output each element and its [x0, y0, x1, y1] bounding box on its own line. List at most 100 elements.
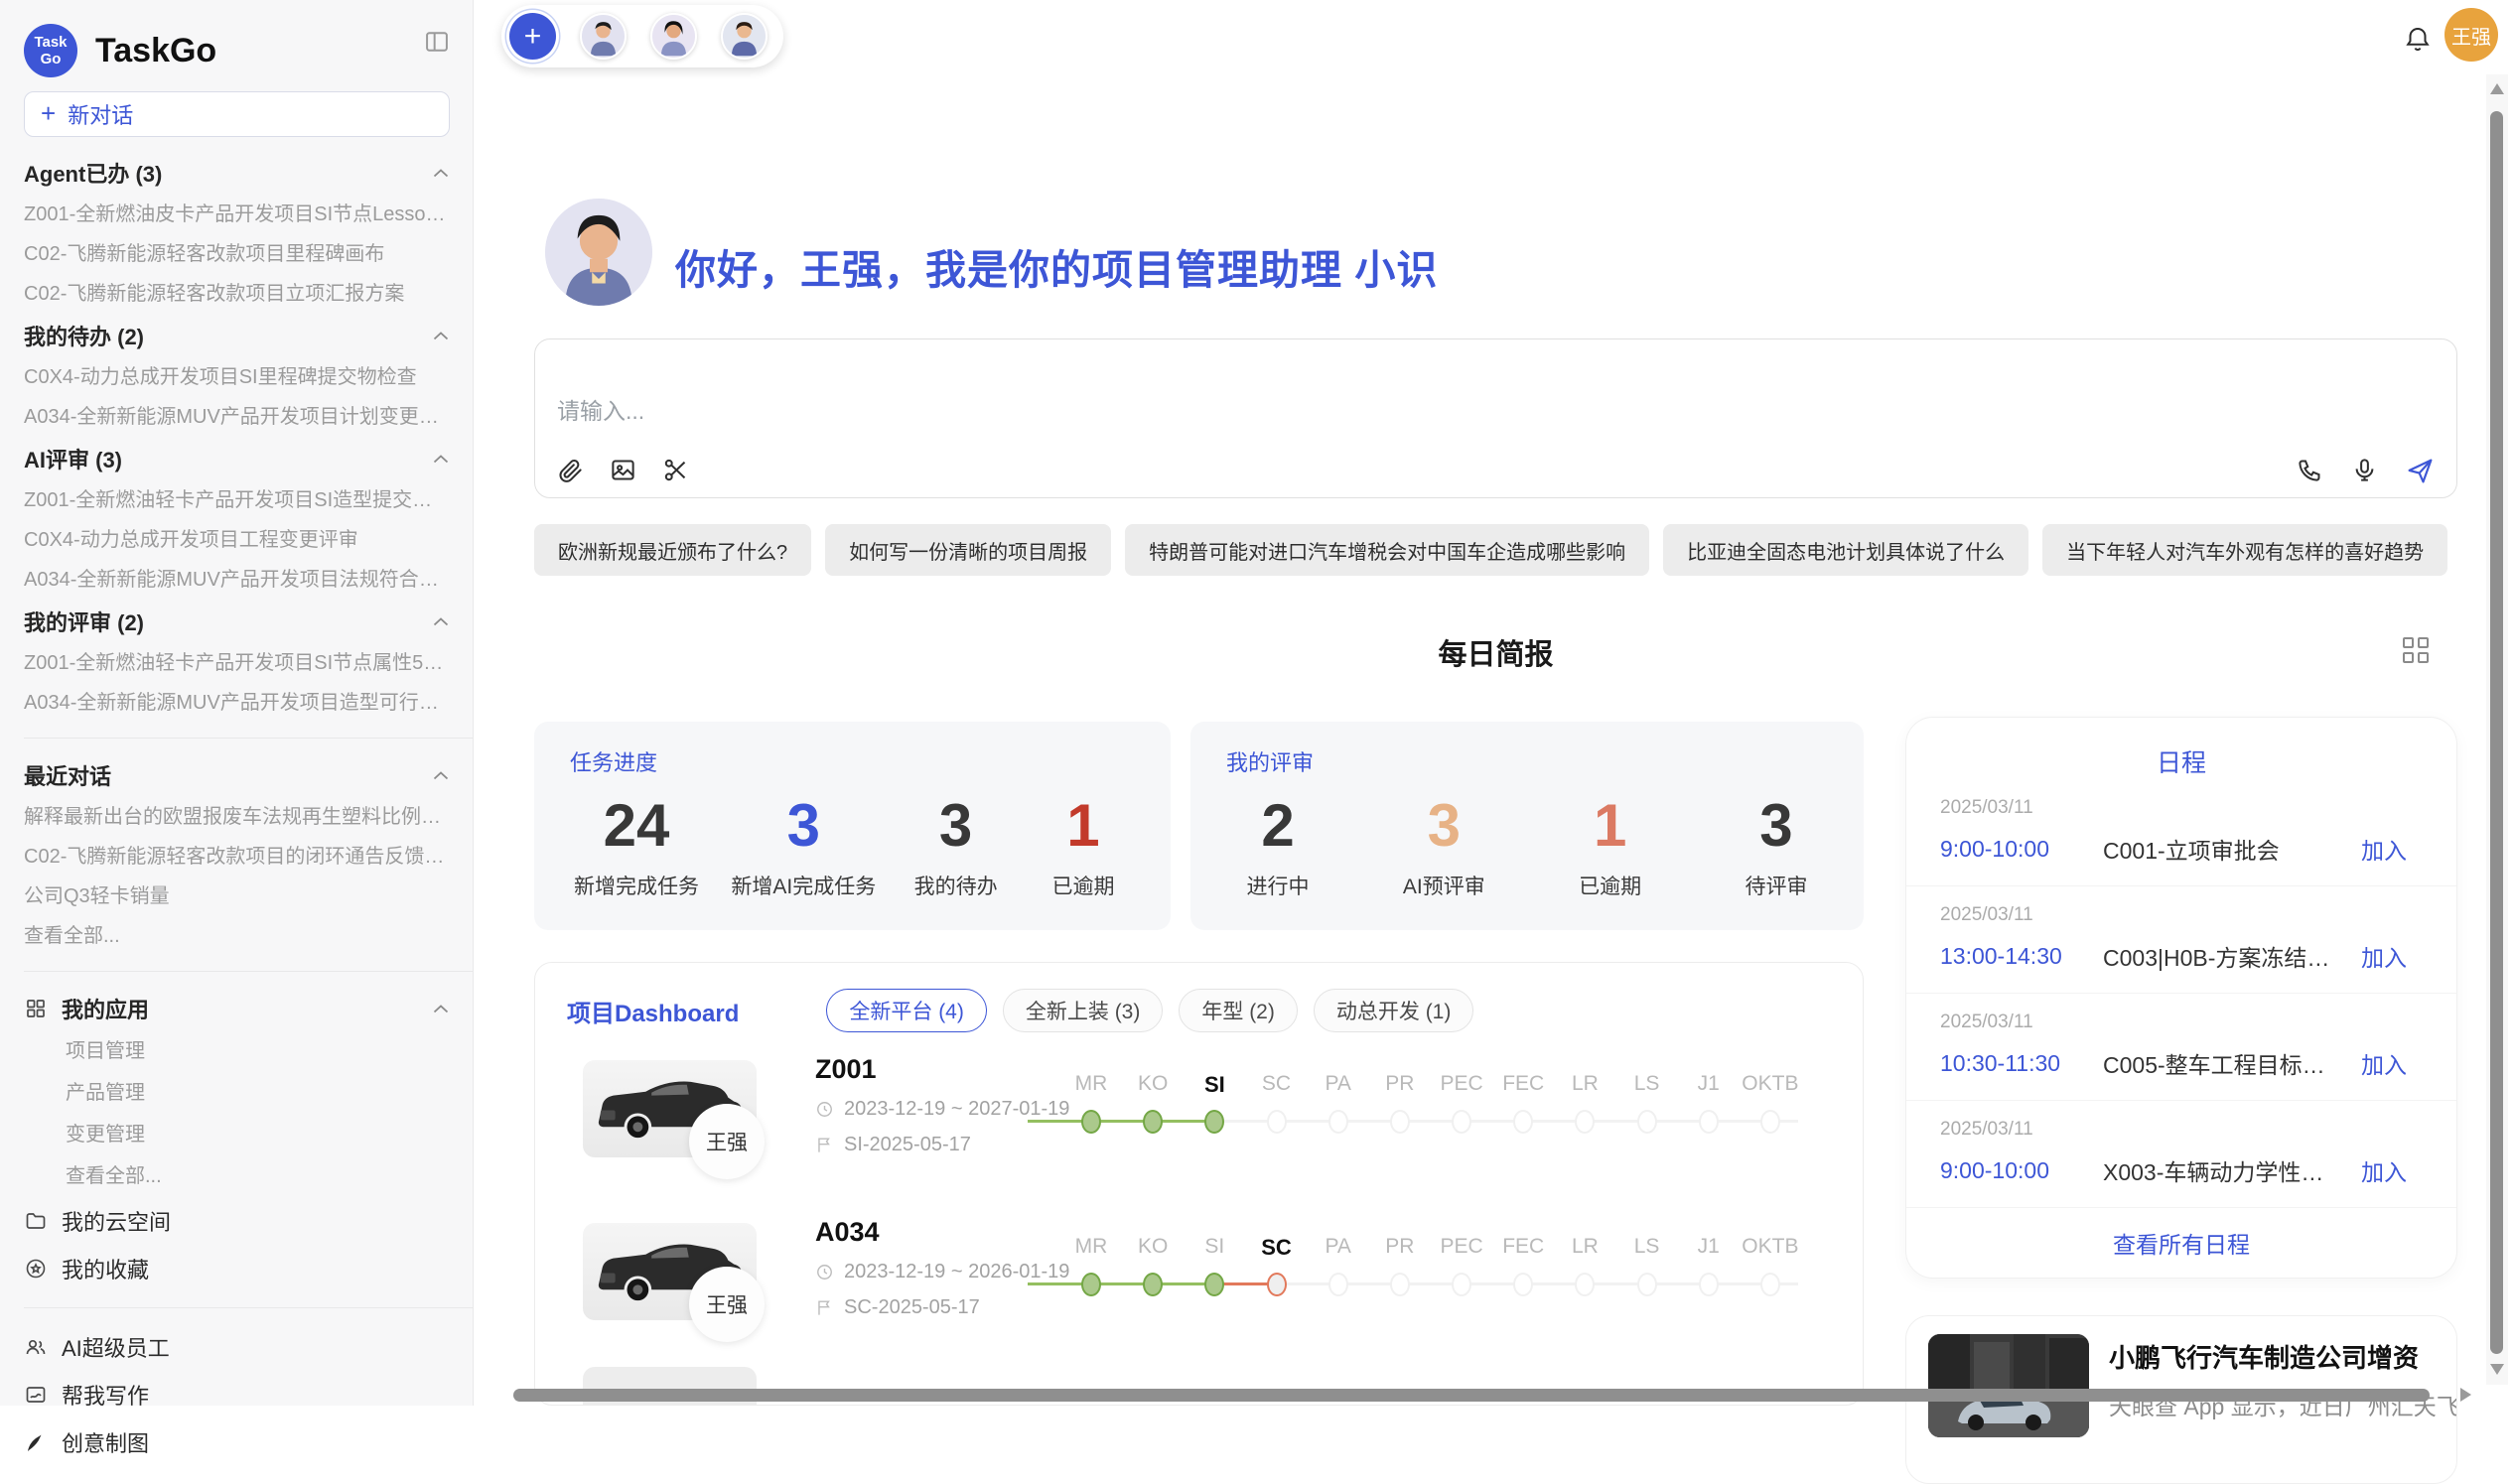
project-code: A034 — [815, 1217, 1069, 1248]
vertical-scrollbar-thumb[interactable] — [2490, 111, 2503, 1354]
join-meeting-link[interactable]: 加入 — [2361, 1046, 2407, 1080]
event-date: 2025/03/11 — [1940, 797, 2407, 819]
suggestion-chip[interactable]: 特朗普可能对进口汽车增税会对中国车企造成哪些影响 — [1125, 524, 1649, 576]
recent-chat-item[interactable]: 解释最新出台的欧盟报废车法规再生塑料比例被调至15%... — [24, 797, 449, 837]
recent-chat-item[interactable]: 公司Q3轻卡销量 — [24, 877, 449, 916]
news-title: 小鹏飞行汽车制造公司增资 — [2109, 1338, 2419, 1375]
task-item[interactable]: Z001-全新燃油轻卡产品开发项目SI造型提交物评审 — [24, 480, 449, 520]
add-agent-button[interactable]: + — [509, 13, 556, 60]
sidebar-item-cloud-space[interactable]: 我的云空间 — [24, 1197, 449, 1245]
writing-icon — [24, 1383, 48, 1407]
section-title: Agent已办 (3) — [24, 157, 162, 189]
task-item[interactable]: C02-飞腾新能源轻客改款项目立项汇报方案 — [24, 274, 449, 314]
milestone-dot — [1699, 1273, 1719, 1296]
milestone-dot — [1760, 1273, 1780, 1296]
scissors-icon[interactable] — [662, 457, 689, 483]
milestone-dot — [1760, 1110, 1780, 1134]
sidebar-item-favorites[interactable]: 我的收藏 — [24, 1245, 449, 1292]
horizontal-scrollbar-thumb[interactable] — [513, 1389, 2430, 1402]
join-meeting-link[interactable]: 加入 — [2361, 1153, 2407, 1187]
paperclip-icon[interactable] — [557, 457, 584, 483]
phone-icon[interactable] — [2297, 457, 2323, 483]
project-info: Z001 2023-12-19 ~ 2027-01-19 SI-2025-05-… — [815, 1054, 1069, 1156]
new-chat-label: 新对话 — [68, 98, 133, 130]
scroll-right-arrow[interactable] — [2460, 1388, 2471, 1402]
app-item-change-mgmt[interactable]: 变更管理 — [24, 1114, 449, 1155]
sidebar-collapse-icon[interactable] — [423, 28, 451, 56]
view-all-chats-link[interactable]: 查看全部... — [24, 916, 449, 956]
project-row-z001[interactable]: 王强 Z001 2023-12-19 ~ 2027-01-19 SI-2025-… — [535, 1046, 1863, 1203]
news-image — [1928, 1334, 2089, 1437]
agent-avatar[interactable] — [650, 13, 697, 60]
chat-input[interactable] — [555, 397, 1945, 426]
join-meeting-link[interactable]: 加入 — [2361, 939, 2407, 973]
suggestion-chip[interactable]: 当下年轻人对汽车外观有怎样的喜好趋势 — [2042, 524, 2447, 576]
send-icon[interactable] — [2406, 457, 2433, 483]
task-item[interactable]: Z001-全新燃油轻卡产品开发项目SI节点属性5D文件评审 — [24, 643, 449, 683]
sidebar: Task Go TaskGo + 新对话 Agent已办 (3) Z001-全新… — [0, 0, 474, 1406]
event-time: 9:00-10:00 — [1940, 1157, 2103, 1184]
tab-year-model[interactable]: 年型 (2) — [1179, 989, 1298, 1032]
agent-avatar[interactable] — [580, 13, 627, 60]
task-item[interactable]: A034-全新新能源MUV产品开发项目法规符合性评审 — [24, 560, 449, 600]
tab-all-new-platform[interactable]: 全新平台 (4) — [826, 989, 987, 1032]
plus-icon: + — [41, 100, 56, 126]
sidebar-item-help-me-write[interactable]: 帮我写作 — [24, 1371, 449, 1418]
recent-chat-item[interactable]: C02-飞腾新能源轻客改款项目的闭环通告反馈情况 — [24, 837, 449, 877]
section-header-recent-chats[interactable]: 最近对话 — [24, 753, 449, 797]
app-item-product-mgmt[interactable]: 产品管理 — [24, 1072, 449, 1114]
sidebar-item-creative-drawing[interactable]: 创意制图 — [24, 1418, 449, 1466]
task-item[interactable]: C02-飞腾新能源轻客改款项目里程碑画布 — [24, 234, 449, 274]
tab-powertrain-dev[interactable]: 动总开发 (1) — [1314, 989, 1474, 1032]
chevron-up-icon — [433, 169, 449, 178]
user-avatar[interactable]: 王强 — [2444, 8, 2498, 62]
milestone-dot — [1267, 1110, 1287, 1134]
section-header-my-todo[interactable]: 我的待办 (2) — [24, 314, 449, 357]
task-item[interactable]: A034-全新新能源MUV产品开发项目造型可行性评审 — [24, 683, 449, 723]
milestone-dot — [1575, 1110, 1595, 1134]
section-header-agent-done[interactable]: Agent已办 (3) — [24, 151, 449, 195]
app-item-project-mgmt[interactable]: 项目管理 — [24, 1030, 449, 1072]
flag-icon — [815, 1136, 834, 1154]
milestone-timeline: MR KO SI SC PA PR PEC FEC LR LS J1 OKTB — [1063, 1235, 1798, 1324]
stat-review-overdue: 1 已逾期 — [1563, 783, 1658, 900]
microphone-icon[interactable] — [2351, 457, 2378, 483]
folder-icon — [24, 1209, 48, 1233]
suggestion-chip[interactable]: 比亚迪全固态电池计划具体说了什么 — [1663, 524, 2028, 576]
suggestion-chip[interactable]: 欧洲新规最近颁布了什么? — [534, 524, 811, 576]
milestone-dot — [1452, 1273, 1471, 1296]
milestone-dot — [1328, 1273, 1348, 1296]
attachment-tools — [557, 457, 689, 483]
clock-icon — [815, 1100, 834, 1119]
suggestion-chip[interactable]: 如何写一份清晰的项目周报 — [825, 524, 1111, 576]
flag-icon — [815, 1298, 834, 1317]
join-meeting-link[interactable]: 加入 — [2361, 832, 2407, 866]
tab-new-body[interactable]: 全新上装 (3) — [1003, 989, 1164, 1032]
task-item[interactable]: C0X4-动力总成开发项目SI里程碑提交物检查 — [24, 357, 449, 397]
sidebar-header: Task Go TaskGo — [0, 0, 473, 87]
divider — [24, 738, 473, 739]
app-logo: Task Go — [24, 24, 77, 77]
sidebar-item-ai-super-staff[interactable]: AI超级员工 — [24, 1323, 449, 1371]
image-icon[interactable] — [610, 457, 636, 483]
notification-bell-icon[interactable] — [2403, 24, 2433, 54]
stat-in-progress: 2 进行中 — [1230, 783, 1326, 900]
favorites-label: 我的收藏 — [62, 1253, 149, 1284]
scroll-down-arrow[interactable] — [2490, 1364, 2504, 1375]
sidebar-item-my-apps[interactable]: 我的应用 — [24, 987, 449, 1030]
view-all-apps-link[interactable]: 查看全部... — [24, 1155, 449, 1197]
project-row-a034[interactable]: 王强 A034 2023-12-19 ~ 2026-01-19 SC-2025-… — [535, 1209, 1863, 1366]
section-header-my-review[interactable]: 我的评审 (2) — [24, 600, 449, 643]
assistant-avatar — [545, 199, 652, 306]
section-header-ai-review[interactable]: AI评审 (3) — [24, 437, 449, 480]
task-item[interactable]: C0X4-动力总成开发项目工程变更评审 — [24, 520, 449, 560]
new-chat-button[interactable]: + 新对话 — [24, 91, 450, 137]
task-item[interactable]: Z001-全新燃油皮卡产品开发项目SI节点Lesson Learn报告 — [24, 195, 449, 234]
scroll-up-arrow[interactable] — [2490, 83, 2504, 94]
agent-avatar[interactable] — [721, 13, 768, 60]
event-date: 2025/03/11 — [1940, 1012, 2407, 1033]
view-all-schedule-link[interactable]: 查看所有日程 — [1906, 1208, 2456, 1260]
task-item[interactable]: A034-全新新能源MUV产品开发项目计划变更表编写 — [24, 397, 449, 437]
layout-grid-icon[interactable] — [2403, 637, 2429, 663]
milestone-dot — [1081, 1273, 1101, 1296]
